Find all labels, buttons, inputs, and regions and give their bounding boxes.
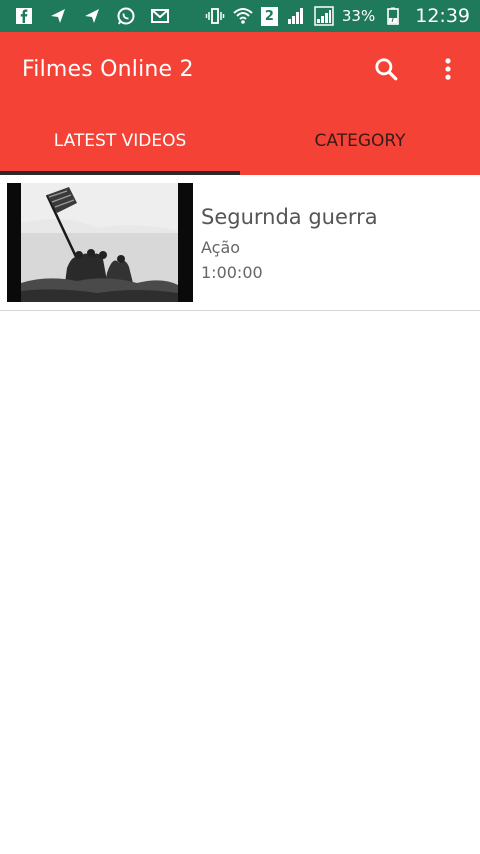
video-duration: 1:00:00 [201, 263, 263, 282]
video-list: Segurnda guerra Ação 1:00:00 [0, 175, 480, 311]
more-options-button[interactable] [434, 55, 462, 83]
video-thumbnail[interactable] [7, 183, 193, 302]
clock: 12:39 [415, 5, 470, 27]
app-title: Filmes Online 2 [22, 56, 194, 82]
video-title: Segurnda guerra [201, 205, 378, 229]
status-bar: 2 33% 12:39 [0, 0, 480, 32]
sim-badge: 2 [260, 6, 278, 26]
send-icon [48, 6, 68, 26]
signal-icon [314, 6, 334, 26]
facebook-icon [14, 6, 34, 26]
battery-level: 33% [341, 7, 376, 25]
flag-raising-photo-icon [7, 183, 193, 302]
battery-icon [383, 6, 403, 26]
tab-category[interactable]: CATEGORY [240, 106, 480, 175]
wifi-icon [233, 6, 253, 26]
tab-bar: LATEST VIDEOS CATEGORY [0, 106, 480, 175]
search-icon [375, 58, 398, 81]
video-category: Ação [201, 238, 241, 257]
notification-icons [14, 6, 170, 26]
send-icon [82, 6, 102, 26]
app-bar: Filmes Online 2 [0, 32, 480, 106]
tab-latest-videos[interactable]: LATEST VIDEOS [0, 106, 240, 175]
mail-icon [150, 6, 170, 26]
app-actions [372, 32, 462, 106]
search-button[interactable] [372, 55, 400, 83]
whatsapp-icon [116, 6, 136, 26]
vibrate-icon [205, 6, 225, 26]
video-list-item[interactable]: Segurnda guerra Ação 1:00:00 [0, 175, 480, 311]
signal-icon [286, 6, 306, 26]
system-icons: 2 33% 12:39 [205, 5, 470, 27]
more-vert-icon [445, 58, 451, 80]
